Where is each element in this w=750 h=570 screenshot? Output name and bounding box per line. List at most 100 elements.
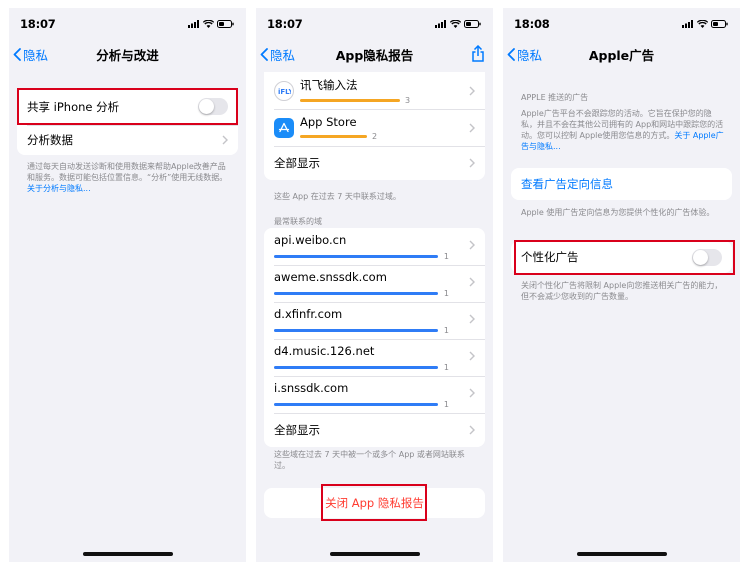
home-indicator[interactable] <box>82 552 173 556</box>
share-analytics-row[interactable]: 共享 iPhone 分析 <box>17 88 238 125</box>
status-time: 18:07 <box>20 17 56 31</box>
chevron-left-icon <box>260 47 268 61</box>
ads-section-header: APPLE 推送的广告 <box>521 93 589 102</box>
back-button[interactable]: 隐私 <box>260 40 295 68</box>
svg-text:iFLY: iFLY <box>278 88 291 96</box>
domain-count: 1 <box>443 399 449 409</box>
status-bar: 18:07 <box>9 8 246 40</box>
chevron-right-icon <box>469 86 475 96</box>
app-row-app-store[interactable]: App Store 2 <box>264 109 485 146</box>
wifi-icon <box>450 20 461 28</box>
domain-row[interactable]: d.xfinfr.com 1 <box>264 302 485 339</box>
domain-usage-bar <box>274 328 438 332</box>
about-analytics-link[interactable]: 关于分析与隐私... <box>27 184 91 193</box>
chevron-left-icon <box>507 47 515 61</box>
cellular-signal-icon <box>435 20 446 28</box>
domain-usage-bar <box>274 254 438 258</box>
battery-icon <box>217 20 234 28</box>
analytics-data-row[interactable]: 分析数据 <box>17 125 238 155</box>
domains-header: 最常联系的域 <box>274 217 322 226</box>
status-bar: 18:07 <box>256 8 493 40</box>
close-report-button[interactable]: 关闭 App 隐私报告 <box>264 488 485 518</box>
app-usage-bar <box>300 98 400 102</box>
page-title: Apple广告 <box>588 47 655 63</box>
home-indicator[interactable] <box>576 552 667 556</box>
wifi-icon <box>697 20 708 28</box>
ifly-icon: iFLY <box>274 80 294 101</box>
home-indicator[interactable] <box>329 552 420 556</box>
page-title: App隐私报告 <box>335 47 414 63</box>
chevron-right-icon <box>469 240 475 250</box>
show-all-label: 全部显示 <box>274 423 320 437</box>
domain-row[interactable]: api.weibo.cn 1 <box>264 228 485 265</box>
analytics-footer: 通过每天自动发送诊断和使用数据来帮助Apple改善产品和服务。数据可能包括位置信… <box>27 162 228 193</box>
domain-usage-bar <box>274 291 438 295</box>
toggle-knob <box>693 249 708 265</box>
chevron-right-icon <box>469 314 475 324</box>
domain-row[interactable]: aweme.snssdk.com 1 <box>264 265 485 302</box>
battery-icon <box>711 20 728 28</box>
show-all-domains-row[interactable]: 全部显示 <box>264 413 485 447</box>
domain-name: d4.music.126.net <box>274 343 375 358</box>
status-icons <box>682 20 728 28</box>
app-row-ifly[interactable]: iFLY 讯飞输入法 3 <box>264 72 485 109</box>
domains-footer: 这些域在过去 7 天中被一个或多个 App 或者网站联系过。 <box>274 450 465 470</box>
toggle-knob <box>199 99 214 114</box>
chevron-left-icon <box>13 47 21 61</box>
targeting-footer: Apple 使用广告定向信息为您提供个性化的广告体验。 <box>521 208 715 217</box>
personalized-footer: 关闭个性化广告将限制 Apple向您推送相关广告的能力，但不会减少您收到的广告数… <box>521 281 723 301</box>
phone-screen-analytics: 18:07 隐私 分析与改进 共享 iPhone 分析 分析数据 通过每天自动发… <box>9 8 246 562</box>
domain-name: api.weibo.cn <box>274 232 347 247</box>
domain-row[interactable]: i.snssdk.com 1 <box>264 376 485 413</box>
chevron-right-icon <box>469 388 475 398</box>
app-name: App Store <box>300 114 357 129</box>
cellular-signal-icon <box>188 20 199 28</box>
wifi-icon <box>203 20 214 28</box>
back-button[interactable]: 隐私 <box>13 40 48 68</box>
app-info: 讯飞输入法 3 <box>300 77 410 105</box>
app-usage-bar <box>300 134 367 138</box>
apps-footer: 这些 App 在过去 7 天中联系过域。 <box>274 192 401 201</box>
domain-count: 1 <box>443 325 449 335</box>
chevron-right-icon <box>222 135 228 145</box>
nav-bar: 隐私 分析与改进 <box>9 40 246 68</box>
view-targeting-row[interactable]: 查看广告定向信息 <box>511 168 732 200</box>
domain-usage-bar <box>274 365 438 369</box>
app-count: 2 <box>372 131 378 141</box>
phone-screen-privacy-report: 18:07 隐私 App隐私报告 iFLY 讯飞输入法 3 <box>256 8 493 562</box>
show-all-label: 全部显示 <box>274 156 320 170</box>
status-time: 18:08 <box>514 17 550 31</box>
status-time: 18:07 <box>267 17 303 31</box>
back-label: 隐私 <box>23 47 49 63</box>
back-button[interactable]: 隐私 <box>507 40 542 68</box>
chevron-right-icon <box>469 123 475 133</box>
show-all-apps-row[interactable]: 全部显示 <box>264 146 485 180</box>
close-report-label: 关闭 App 隐私报告 <box>325 496 424 510</box>
domain-count: 1 <box>443 288 449 298</box>
ads-intro-text: Apple广告平台不会跟踪您的活动。它旨在保护您的隐私，并且不会在其他公司拥有的… <box>521 109 724 151</box>
chevron-right-icon <box>469 351 475 361</box>
app-store-icon <box>274 117 294 138</box>
domain-usage-bar <box>274 402 438 406</box>
domain-name: d.xfinfr.com <box>274 306 343 321</box>
personalized-ads-row[interactable]: 个性化广告 <box>511 241 732 273</box>
analytics-group: 共享 iPhone 分析 分析数据 <box>17 88 238 155</box>
share-analytics-toggle[interactable] <box>198 98 228 115</box>
battery-icon <box>464 20 481 28</box>
domain-row[interactable]: d4.music.126.net 1 <box>264 339 485 376</box>
chevron-right-icon <box>469 425 475 435</box>
share-icon[interactable] <box>471 44 485 66</box>
phone-screen-apple-ads: 18:08 隐私 Apple广告 APPLE 推送的广告 Apple广告平台不会… <box>503 8 740 562</box>
nav-bar: 隐私 Apple广告 <box>503 40 740 68</box>
back-label: 隐私 <box>270 47 296 63</box>
app-count: 3 <box>405 95 411 105</box>
page-title: 分析与改进 <box>96 47 159 63</box>
domain-name: aweme.snssdk.com <box>274 269 387 284</box>
apps-group: iFLY 讯飞输入法 3 App Store 2 <box>264 72 485 180</box>
nav-bar: 隐私 App隐私报告 <box>256 40 493 68</box>
chevron-right-icon <box>469 158 475 168</box>
domain-count: 1 <box>443 251 449 261</box>
status-icons <box>435 20 481 28</box>
chevron-right-icon <box>469 277 475 287</box>
personalized-ads-toggle[interactable] <box>692 248 722 266</box>
